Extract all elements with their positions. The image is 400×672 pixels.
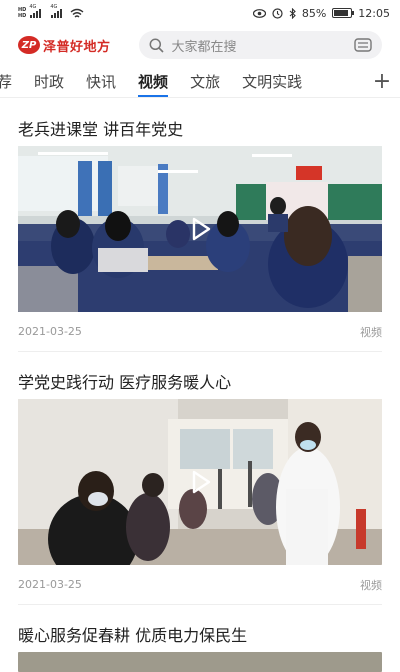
bluetooth-icon xyxy=(289,7,296,19)
eye-icon xyxy=(252,8,266,18)
signal-icon: 4G xyxy=(29,4,42,18)
battery-level-fill xyxy=(334,10,348,16)
tab-civilization-practice[interactable]: 文明实践 xyxy=(231,71,313,92)
article-title[interactable]: 暖心服务促春耕 优质电力保民生 xyxy=(18,605,382,652)
content-type-label: 视频 xyxy=(360,578,382,592)
news-feed: 老兵进课堂 讲百年党史 2021-03-25 视频 学党史践行动 医疗服务暖人心… xyxy=(0,99,400,672)
tab-video[interactable]: 视频 xyxy=(127,71,179,97)
logo-mark: ZP xyxy=(18,36,40,54)
app-header: ZP 泽普好地方 大家都在搜 xyxy=(0,28,400,62)
list-item[interactable]: 老兵进课堂 讲百年党史 2021-03-25 视频 xyxy=(0,99,400,352)
add-channel-button[interactable]: + xyxy=(364,66,400,97)
tab-recommend[interactable]: 荐 xyxy=(0,71,23,92)
search-placeholder: 大家都在搜 xyxy=(171,39,237,55)
category-tabs: 荐 时政 快讯 视频 文旅 文明实践 + xyxy=(0,66,400,98)
signal-icon: 4G xyxy=(50,4,63,18)
status-bar: HD HD 4G 4G 85% 12:05 xyxy=(0,0,400,26)
tab-label: 文旅 xyxy=(190,73,221,91)
app-logo[interactable]: ZP 泽普好地方 xyxy=(18,36,111,55)
list-item[interactable]: 暖心服务促春耕 优质电力保民生 xyxy=(0,605,400,672)
tab-label: 荐 xyxy=(0,73,12,91)
battery-percent: 85% xyxy=(301,6,327,20)
play-icon[interactable] xyxy=(183,465,217,499)
tab-news-flash[interactable]: 快讯 xyxy=(75,71,127,92)
tab-culture-tourism[interactable]: 文旅 xyxy=(179,71,231,92)
tab-politics[interactable]: 时政 xyxy=(23,71,75,92)
tab-label: 时政 xyxy=(34,73,65,91)
search-icon xyxy=(149,38,164,53)
content-type-label: 视频 xyxy=(360,325,382,339)
scan-icon[interactable] xyxy=(354,38,372,52)
status-bar-left: HD HD 4G 4G xyxy=(18,4,84,19)
wifi-icon xyxy=(70,8,84,18)
list-item[interactable]: 学党史践行动 医疗服务暖人心 2021-03-25 视频 xyxy=(0,352,400,605)
article-title[interactable]: 学党史践行动 医疗服务暖人心 xyxy=(18,352,382,399)
hd-indicator: HD HD xyxy=(18,7,26,19)
video-thumbnail[interactable] xyxy=(18,146,382,312)
tab-label: 文明实践 xyxy=(242,73,303,91)
search-bar[interactable]: 大家都在搜 xyxy=(138,31,382,59)
tab-label: 视频 xyxy=(138,73,169,97)
battery-icon xyxy=(332,8,355,18)
status-bar-right: 85% 12:05 xyxy=(252,6,390,20)
alarm-icon xyxy=(272,7,283,19)
article-meta: 2021-03-25 视频 xyxy=(18,565,382,605)
video-thumbnail[interactable] xyxy=(18,652,382,672)
play-icon[interactable] xyxy=(183,212,217,246)
signal-type-label: 4G xyxy=(50,4,58,10)
hd-label: HD xyxy=(18,13,27,19)
signal-type-label: 4G xyxy=(29,4,37,10)
tab-label: 快讯 xyxy=(86,73,117,91)
article-meta: 2021-03-25 视频 xyxy=(18,312,382,352)
app-name: 泽普好地方 xyxy=(43,39,111,55)
article-title[interactable]: 老兵进课堂 讲百年党史 xyxy=(18,99,382,146)
publish-date: 2021-03-25 xyxy=(18,325,82,338)
clock: 12:05 xyxy=(358,6,390,20)
publish-date: 2021-03-25 xyxy=(18,578,82,591)
video-thumbnail[interactable] xyxy=(18,399,382,565)
